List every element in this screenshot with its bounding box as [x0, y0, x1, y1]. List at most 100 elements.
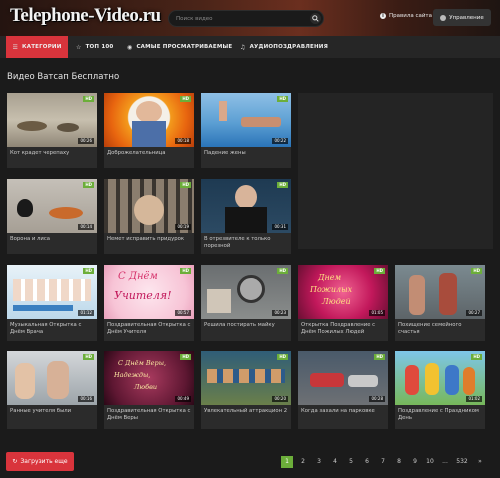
video-thumbnail[interactable]: С Днём Учителя! HD 00:57 [104, 265, 194, 319]
page-link[interactable]: 8 [393, 456, 405, 468]
page-link[interactable]: 2 [297, 456, 309, 468]
menu-icon: ☰ [12, 43, 19, 51]
manage-button[interactable]: Управление [433, 9, 491, 26]
video-card[interactable]: HD 00:31 В отрезвителе к только порезной [201, 179, 291, 254]
video-card[interactable]: HD 00:18 Доброжелательница [104, 93, 194, 168]
page-link[interactable]: 9 [409, 456, 421, 468]
next-page-button[interactable]: » [474, 456, 486, 468]
video-thumbnail[interactable]: HD 00:31 [201, 179, 291, 233]
video-title[interactable]: Доброжелательница [107, 150, 193, 157]
page-link[interactable]: 532 [453, 456, 471, 468]
video-card[interactable]: С Днём Учителя! HD 00:57 Поздравительная… [104, 265, 194, 341]
search-button[interactable] [310, 13, 321, 24]
video-duration: 00:31 [272, 224, 288, 230]
load-more-button[interactable]: ↻ Загрузить еще [6, 452, 74, 471]
hd-badge: HD [471, 268, 482, 274]
video-card[interactable]: HD 00:20 Увлекательный аттракцион 2 [201, 351, 291, 429]
video-card[interactable]: HD 00:26 Кот крадет черепаху [7, 93, 97, 168]
page-link[interactable]: 10 [423, 456, 437, 468]
hd-badge: HD [83, 182, 94, 188]
video-duration: 00:26 [78, 138, 94, 144]
video-title[interactable]: Поздравительная Открытка с Днём Веры [107, 408, 193, 422]
page-link[interactable]: 3 [313, 456, 325, 468]
video-title[interactable]: Похищение семейного счастья [398, 322, 484, 336]
nav-categories[interactable]: ☰ КАТЕГОРИИ [6, 36, 68, 58]
video-title[interactable]: Решила постирать майку [204, 322, 290, 329]
video-thumbnail[interactable]: HD 00:14 [7, 179, 97, 233]
video-thumbnail[interactable]: HD 00:20 [201, 351, 291, 405]
video-title[interactable]: Открытка Поздравление с Днём Пожилых Люд… [301, 322, 387, 336]
video-card[interactable]: С Днём Веры, Надежды, Любви HD 00:49 Поз… [104, 351, 194, 429]
video-card[interactable]: HD 00:22 Падение жены [201, 93, 291, 168]
video-card[interactable]: HD 00:16 Ранные учителя были [7, 351, 97, 429]
video-thumbnail[interactable]: HD 00:19 [104, 179, 194, 233]
video-thumbnail[interactable]: HD 00:26 [7, 93, 97, 147]
video-duration: 00:49 [175, 396, 191, 402]
hd-badge: HD [180, 268, 191, 274]
page-link[interactable]: 6 [361, 456, 373, 468]
page-link[interactable]: 1 [281, 456, 293, 468]
info-icon: i [380, 13, 386, 19]
search-icon [312, 15, 319, 22]
hd-badge: HD [180, 96, 191, 102]
video-thumbnail[interactable]: HD 01:12 [7, 265, 97, 319]
rules-link[interactable]: i Правила сайта [380, 13, 432, 19]
search-box [168, 10, 324, 27]
video-thumbnail[interactable]: С Днём Веры, Надежды, Любви HD 00:49 [104, 351, 194, 405]
hd-badge: HD [277, 354, 288, 360]
video-thumbnail[interactable]: HD 01:02 [395, 351, 485, 405]
video-duration: 00:19 [175, 224, 191, 230]
search-input[interactable] [176, 13, 296, 25]
audio-icon: ♫ [240, 43, 246, 51]
page-link[interactable]: 7 [377, 456, 389, 468]
video-title[interactable]: Немет исправить придурок [107, 236, 193, 243]
hd-badge: HD [83, 96, 94, 102]
video-title[interactable]: Увлекательный аттракцион 2 [204, 408, 290, 415]
video-title[interactable]: Поздравительная Открытка с Днём Учителя [107, 322, 193, 336]
video-card[interactable]: HD 01:02 Поздравление с Праздником День [395, 351, 485, 429]
video-title[interactable]: Кот крадет черепаху [10, 150, 96, 157]
video-thumbnail[interactable]: HD 00:22 [201, 93, 291, 147]
video-duration: 00:27 [466, 310, 482, 316]
video-title[interactable]: Когда захали на парковке [301, 408, 387, 415]
hd-badge: HD [277, 96, 288, 102]
video-card[interactable]: Днем Пожилых Людей HD 01:05 Открытка Поз… [298, 265, 388, 341]
page-ellipsis: ... [442, 458, 448, 465]
rules-label: Правила сайта [389, 13, 432, 19]
video-duration: 00:14 [78, 224, 94, 230]
refresh-icon: ↻ [12, 458, 18, 465]
video-title[interactable]: В отрезвителе к только порезной [204, 236, 290, 250]
video-thumbnail[interactable]: HD 00:28 [298, 351, 388, 405]
nav-most-viewed[interactable]: ◉ САМЫЕ ПРОСМАТРИВАЕМЫЕ [127, 36, 232, 58]
video-card[interactable]: HD 00:23 Решила постирать майку [201, 265, 291, 341]
video-duration: 00:20 [272, 396, 288, 402]
video-title[interactable]: Музыкальная Открытка с Днём Врача [10, 322, 96, 336]
video-thumbnail[interactable]: HD 00:27 [395, 265, 485, 319]
nav-audio[interactable]: ♫ АУДИОПОЗДРАВЛЕНИЯ [240, 36, 328, 58]
page-link[interactable]: 4 [329, 456, 341, 468]
video-card[interactable]: HD 01:12 Музыкальная Открытка с Днём Вра… [7, 265, 97, 341]
video-title[interactable]: Падение жены [204, 150, 290, 157]
video-thumbnail[interactable]: HD 00:18 [104, 93, 194, 147]
site-logo[interactable]: Telephone-Video.ru [10, 5, 161, 27]
video-duration: 00:57 [175, 310, 191, 316]
video-card[interactable]: HD 00:27 Похищение семейного счастья [395, 265, 485, 341]
video-card[interactable]: HD 00:19 Немет исправить придурок [104, 179, 194, 254]
video-title[interactable]: Ворона и лиса [10, 236, 96, 243]
video-card[interactable]: HD 00:28 Когда захали на парковке [298, 351, 388, 429]
nav-most-viewed-label: САМЫЕ ПРОСМАТРИВАЕМЫЕ [136, 44, 233, 50]
video-duration: 01:05 [369, 310, 385, 316]
section-title: Видео Ватсап Бесплатно [7, 72, 120, 82]
video-thumbnail[interactable]: Днем Пожилых Людей HD 01:05 [298, 265, 388, 319]
video-duration: 00:23 [272, 310, 288, 316]
video-thumbnail[interactable]: HD 00:23 [201, 265, 291, 319]
page-link[interactable]: 5 [345, 456, 357, 468]
video-thumbnail[interactable]: HD 00:16 [7, 351, 97, 405]
video-duration: 00:16 [78, 396, 94, 402]
nav-top100[interactable]: ☆ ТОП 100 [76, 36, 113, 58]
nav-audio-label: АУДИОПОЗДРАВЛЕНИЯ [249, 44, 328, 50]
hd-badge: HD [471, 354, 482, 360]
video-card[interactable]: HD 00:14 Ворона и лиса [7, 179, 97, 254]
video-title[interactable]: Ранные учителя были [10, 408, 96, 415]
video-title[interactable]: Поздравление с Праздником День [398, 408, 484, 422]
